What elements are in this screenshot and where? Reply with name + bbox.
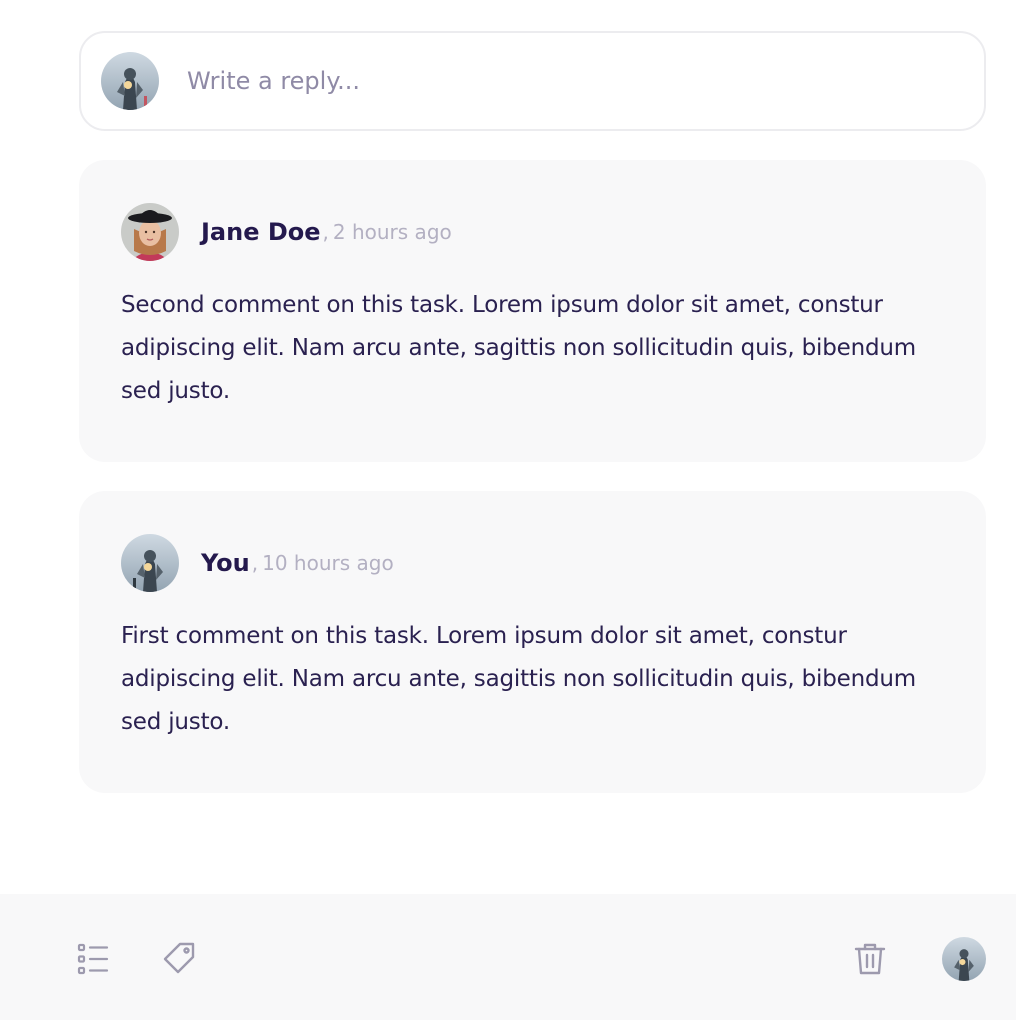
comments-panel: Jane Doe , 2 hours ago Second comment on…: [0, 0, 1016, 1020]
comment-header: You , 10 hours ago: [121, 533, 943, 593]
tag-icon[interactable]: [162, 941, 196, 975]
comment-separator: ,: [322, 220, 329, 244]
checklist-icon[interactable]: [76, 942, 110, 976]
reply-box[interactable]: [79, 31, 986, 131]
comment-timestamp: 2 hours ago: [332, 220, 452, 244]
comment-body: First comment on this task. Lorem ipsum …: [121, 623, 916, 735]
armored-figure-avatar[interactable]: [121, 534, 179, 592]
comment-card: Jane Doe , 2 hours ago Second comment on…: [79, 160, 986, 462]
comment-author[interactable]: You: [201, 549, 250, 577]
woman-with-hat-avatar[interactable]: [121, 203, 179, 261]
current-user-avatar: [101, 52, 159, 110]
comment-body: Second comment on this task. Lorem ipsum…: [121, 292, 916, 404]
reply-input[interactable]: [187, 61, 947, 101]
comment-timestamp: 10 hours ago: [262, 551, 394, 575]
comment-author[interactable]: Jane Doe: [201, 218, 321, 246]
comment-card: You , 10 hours ago First comment on this…: [79, 491, 986, 793]
bottom-toolbar: [0, 894, 1016, 1020]
comment-header: Jane Doe , 2 hours ago: [121, 202, 943, 262]
trash-icon[interactable]: [852, 941, 888, 977]
user-avatar[interactable]: [942, 937, 986, 981]
comment-separator: ,: [251, 551, 259, 575]
